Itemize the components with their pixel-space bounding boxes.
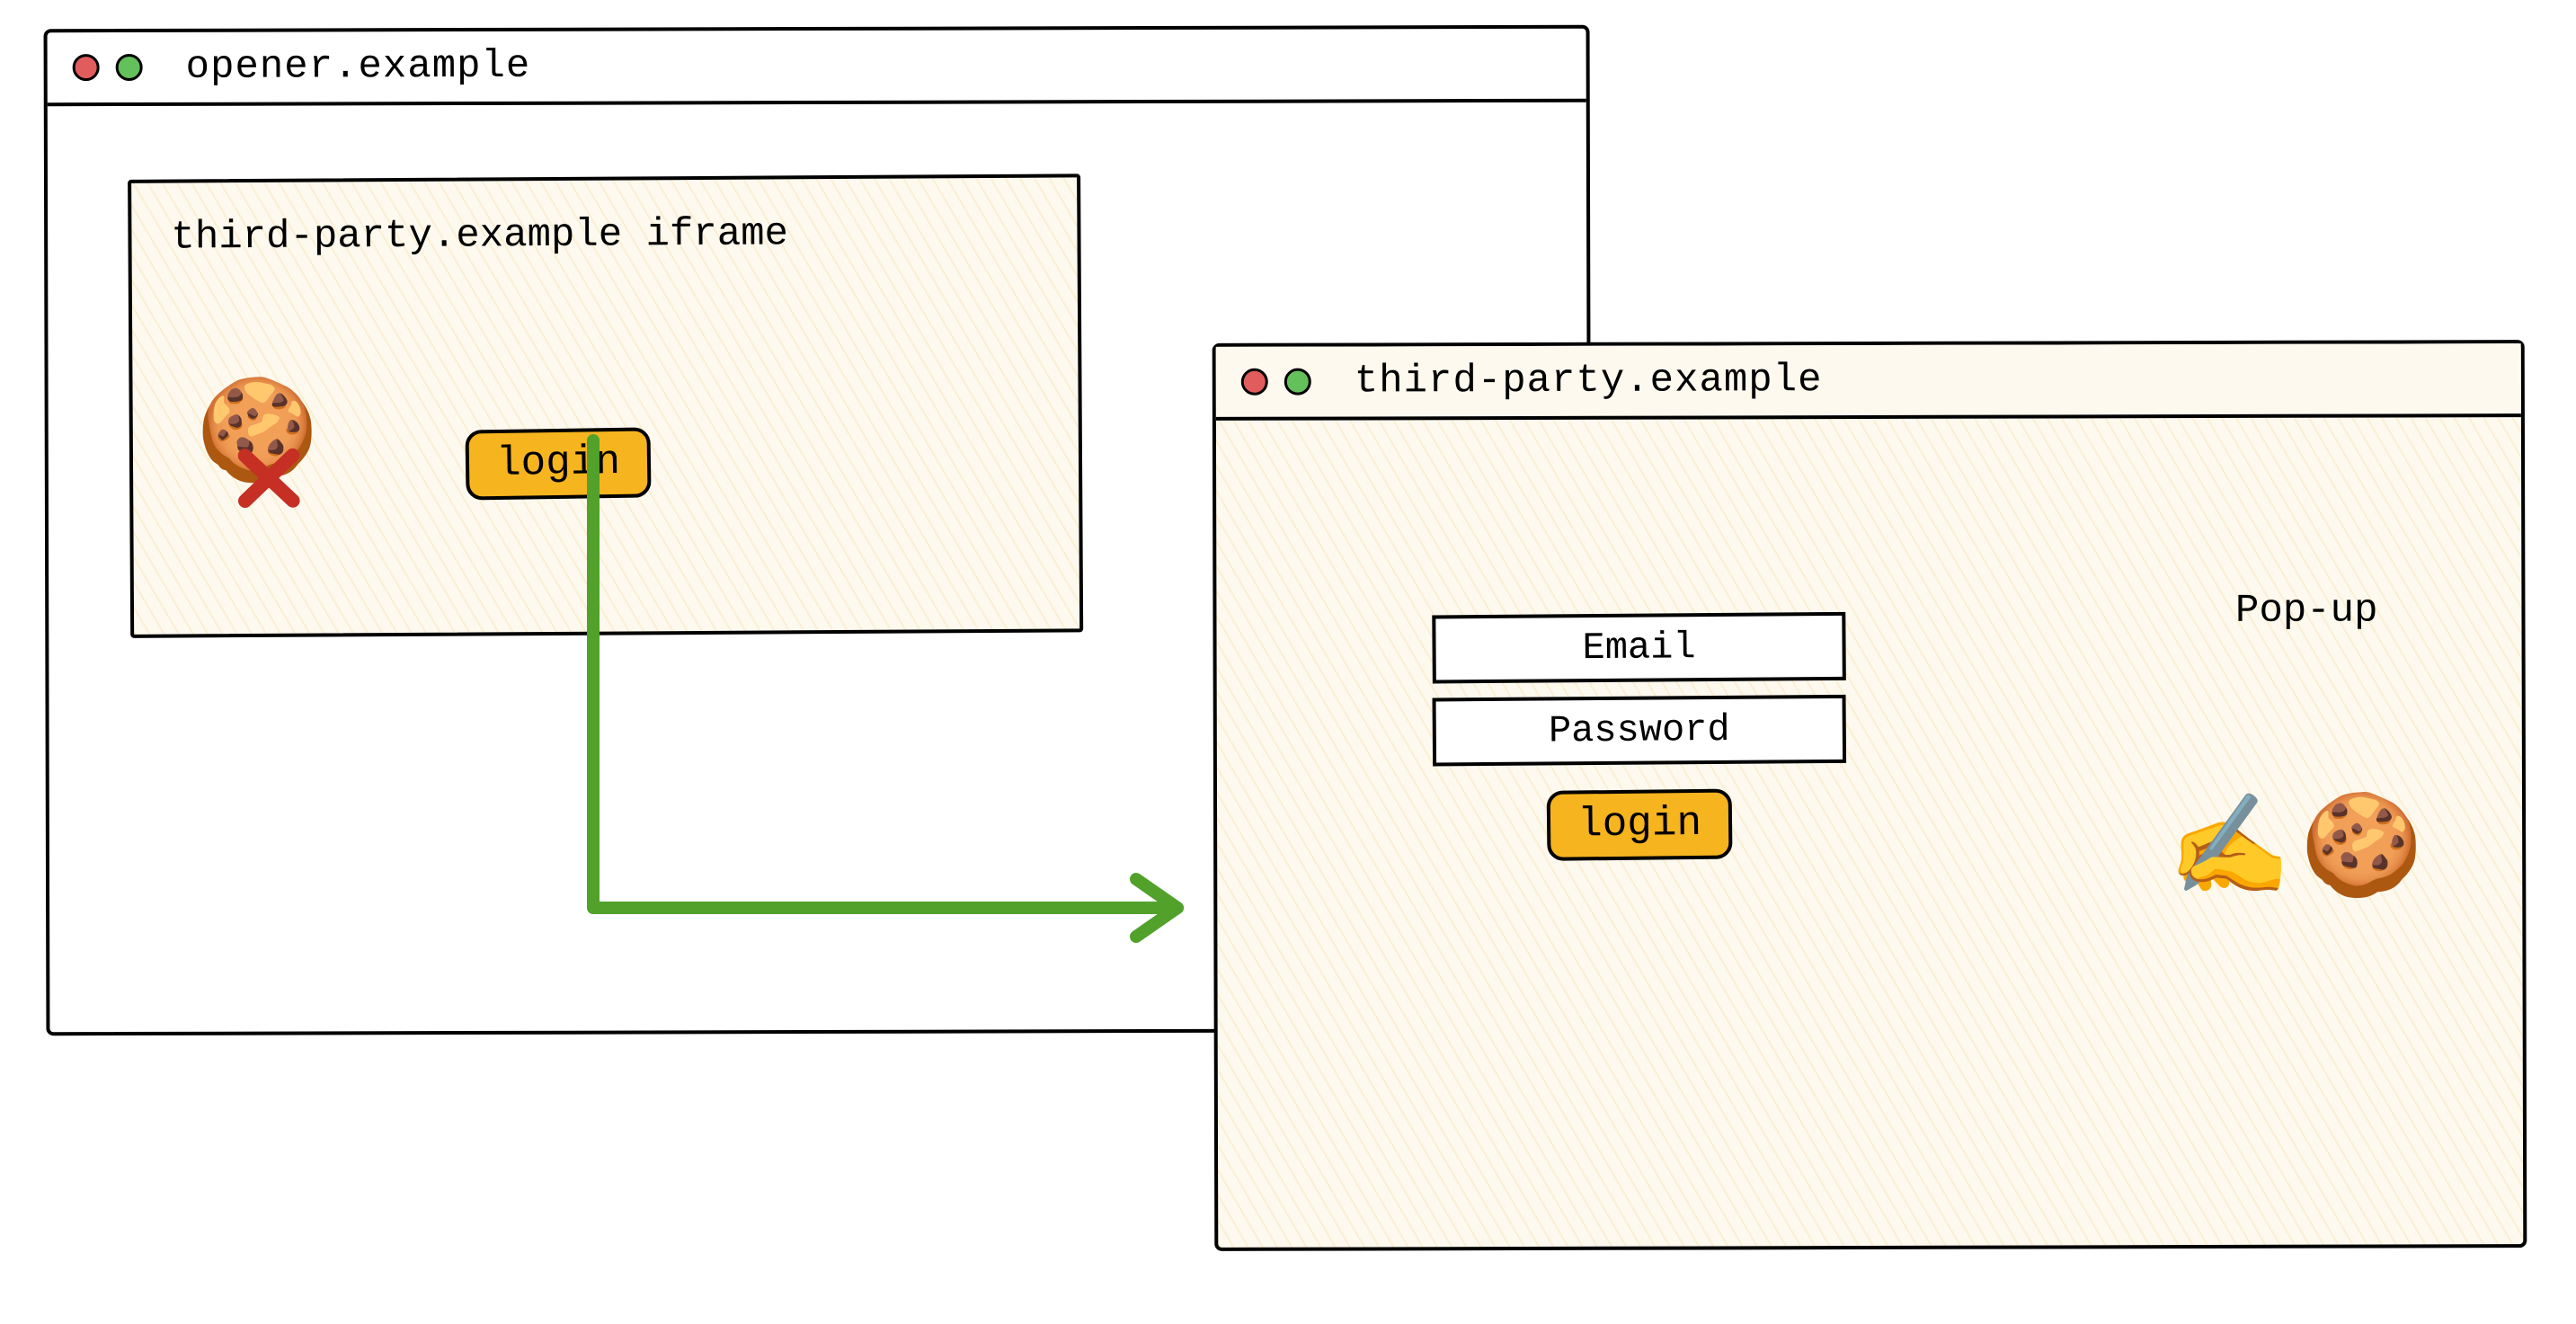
popup-title: third-party.example <box>1355 358 1823 404</box>
popup-window: third-party.example Email Password login… <box>1212 340 2527 1251</box>
flow-arrow-icon <box>539 431 1231 975</box>
password-field[interactable]: Password <box>1433 695 1847 767</box>
popup-label: Pop-up <box>2235 589 2378 634</box>
email-field[interactable]: Email <box>1432 612 1846 684</box>
close-icon[interactable] <box>1241 369 1268 395</box>
popup-login-button[interactable]: login <box>1547 789 1733 861</box>
writing-hand-icon: ✍️ <box>2168 804 2291 903</box>
close-icon[interactable] <box>73 54 100 81</box>
popup-titlebar: third-party.example <box>1216 343 2521 421</box>
cross-icon <box>237 447 300 510</box>
opener-title: opener.example <box>186 44 531 90</box>
opener-titlebar: opener.example <box>48 29 1586 106</box>
iframe-label: third-party.example iframe <box>171 210 1037 261</box>
cookie-icon: 🍪 <box>2300 804 2423 902</box>
maximize-icon[interactable] <box>116 54 143 81</box>
maximize-icon[interactable] <box>1284 369 1311 395</box>
